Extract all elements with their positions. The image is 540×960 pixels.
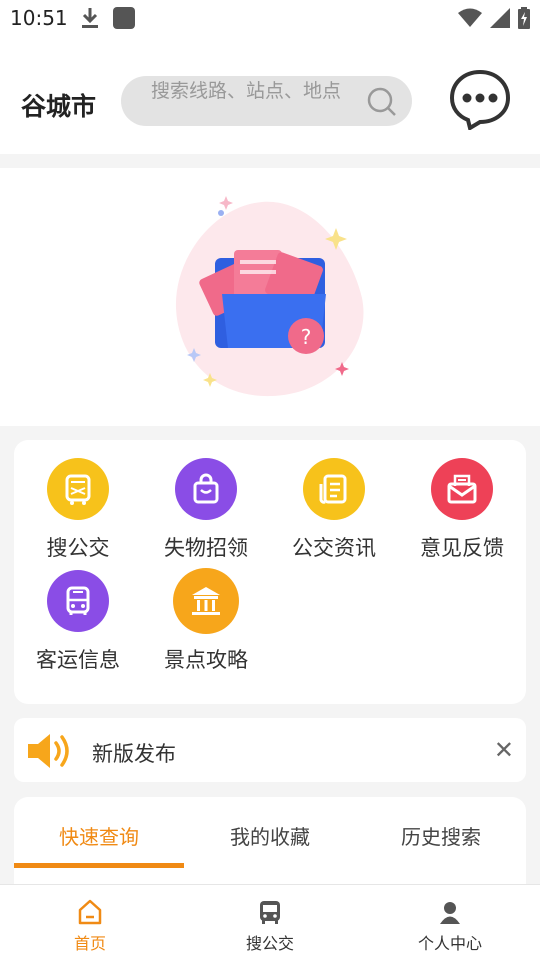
nav-home[interactable]: 首页 xyxy=(0,885,180,960)
shopping-bag-icon xyxy=(175,458,237,520)
nav-label: 首页 xyxy=(73,934,106,953)
grid-item-feedback[interactable]: 意见反馈 xyxy=(398,440,526,560)
tab-bar: 快速查询 我的收藏 历史搜索 xyxy=(14,797,526,887)
signal-icon xyxy=(490,8,510,32)
grid-label: 公交资讯 xyxy=(292,536,376,560)
wifi-icon xyxy=(458,8,482,32)
notice-bar[interactable]: 新版发布 ✕ xyxy=(14,718,526,782)
notice-text: 新版发布 xyxy=(92,742,176,766)
empty-state-illustration: ? xyxy=(175,196,364,397)
quick-function-grid: 搜公交 失物招领 公交资讯 意见反馈 客运信息 景点攻略 xyxy=(14,440,526,704)
grid-item-bus-news[interactable]: 公交资讯 xyxy=(270,440,398,560)
bus-ticket-icon xyxy=(47,458,109,520)
grid-item-passenger-info[interactable]: 客运信息 xyxy=(14,552,142,672)
tab-active-indicator xyxy=(14,863,184,868)
header: 谷城市 搜索线路、站点、地点 xyxy=(0,38,540,154)
mail-icon xyxy=(431,458,493,520)
close-icon[interactable]: ✕ xyxy=(494,736,514,764)
notification-icon xyxy=(113,7,135,29)
grid-item-bus-search[interactable]: 搜公交 xyxy=(14,440,142,560)
message-icon[interactable] xyxy=(448,68,512,134)
grid-label: 客运信息 xyxy=(36,648,120,672)
status-time: 10:51 xyxy=(10,6,68,30)
search-icon[interactable] xyxy=(366,86,398,122)
banner: ? xyxy=(0,168,540,426)
nav-bus-search[interactable]: 搜公交 xyxy=(180,885,360,960)
grid-item-scenic-guide[interactable]: 景点攻略 xyxy=(142,552,270,672)
home-icon xyxy=(78,899,102,929)
grid-item-lost-found[interactable]: 失物招领 xyxy=(142,440,270,560)
bus-icon xyxy=(47,570,109,632)
temple-icon xyxy=(173,568,239,634)
tab-history[interactable]: 历史搜索 xyxy=(356,821,526,850)
speaker-icon xyxy=(26,731,74,775)
person-icon xyxy=(438,899,462,929)
bus-icon xyxy=(258,899,282,929)
search-placeholder: 搜索线路、站点、地点 xyxy=(151,80,342,102)
nav-label: 搜公交 xyxy=(245,934,294,953)
svg-text:?: ? xyxy=(301,325,312,349)
city-selector[interactable]: 谷城市 xyxy=(21,87,96,123)
tab-favorites[interactable]: 我的收藏 xyxy=(185,821,355,850)
grid-label: 景点攻略 xyxy=(164,648,248,672)
status-bar: 10:51 xyxy=(0,0,540,38)
tab-quick-query[interactable]: 快速查询 xyxy=(14,821,184,850)
battery-icon xyxy=(518,7,530,33)
download-icon xyxy=(80,6,100,34)
search-input[interactable]: 搜索线路、站点、地点 xyxy=(121,76,412,126)
bottom-nav: 首页 搜公交 个人中心 xyxy=(0,884,540,960)
grid-label: 意见反馈 xyxy=(420,536,504,560)
nav-label: 个人中心 xyxy=(417,934,482,953)
nav-profile[interactable]: 个人中心 xyxy=(360,885,540,960)
news-icon xyxy=(303,458,365,520)
